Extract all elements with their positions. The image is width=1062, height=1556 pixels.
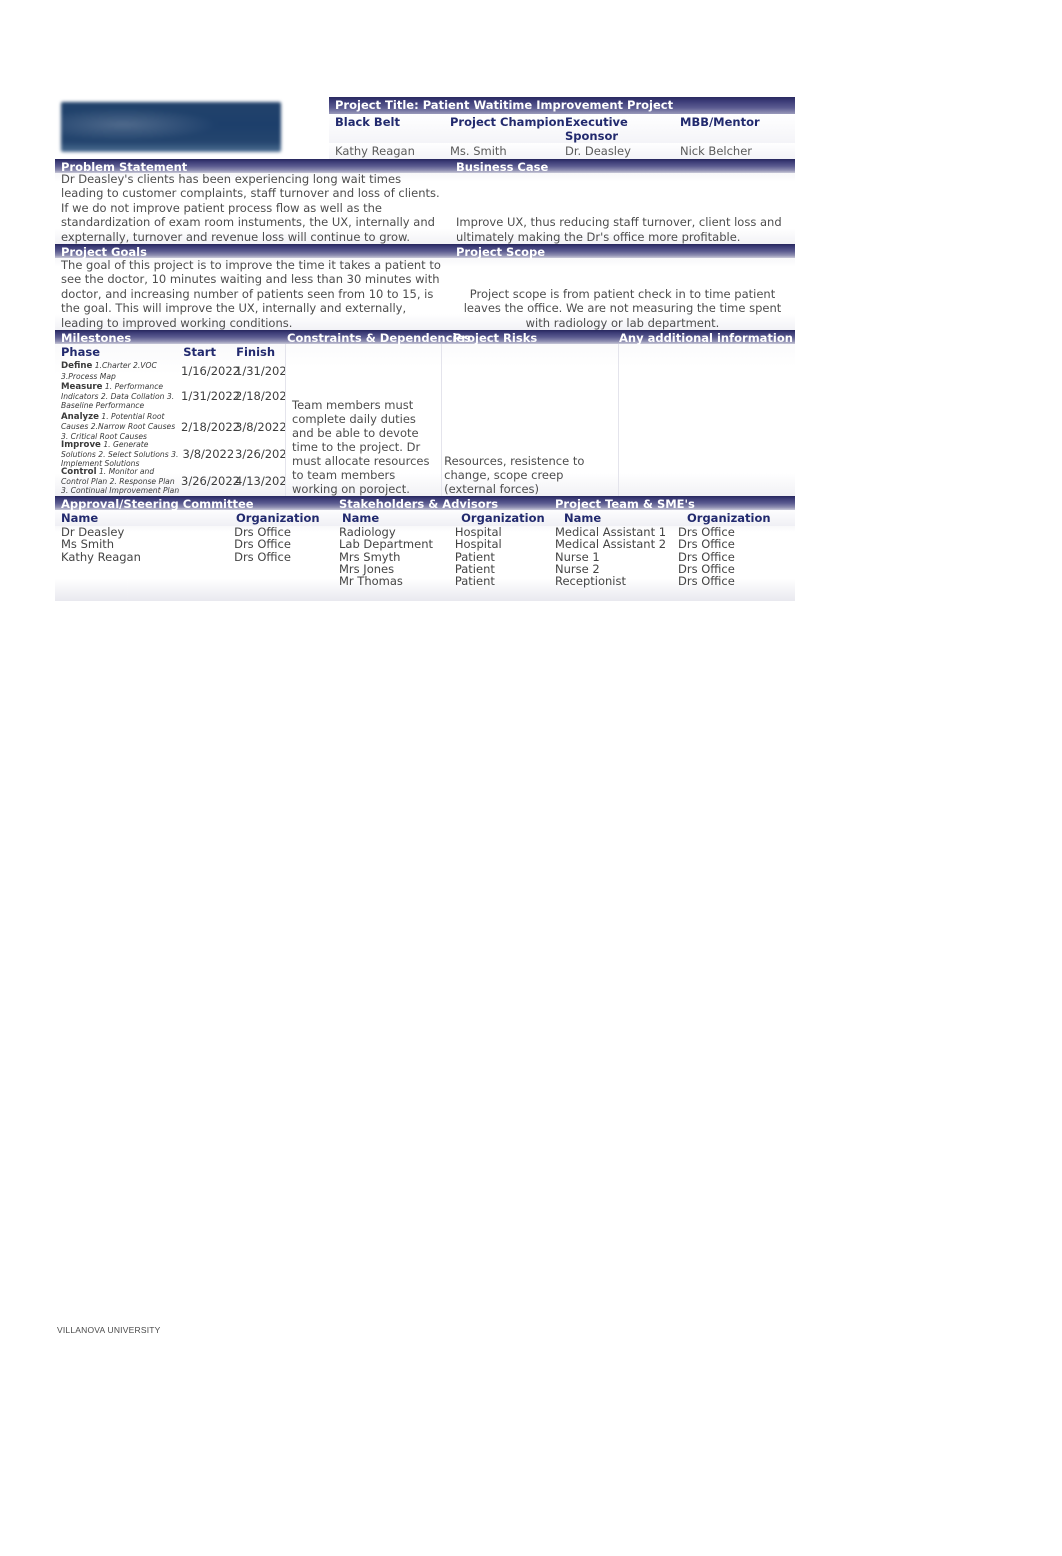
column-header-name: Name — [342, 511, 380, 525]
milestone-phase: Control — [61, 466, 97, 477]
role-value-row: Kathy Reagan Ms. Smith Dr. Deasley Nick … — [329, 143, 795, 159]
project-charter-document: Project Title: Patient Watitime Improvem… — [55, 97, 795, 602]
table-row: Kathy Reagan Drs Office — [55, 549, 333, 564]
project-risks-text: Resources, resistence to change, scope c… — [441, 344, 618, 496]
project-team-smes-table: Medical Assistant 1 Drs Office Medical A… — [549, 526, 795, 589]
constraints-dependencies-text: Team members must complete daily duties … — [285, 344, 442, 496]
stakeholders-column-headers: Name Organization — [336, 510, 558, 526]
column-header-finish: Finish — [236, 345, 276, 359]
charter-header: Project Title: Patient Watitime Improvem… — [55, 97, 795, 159]
table-row: Improve 1. Generate Solutions 2. Select … — [55, 439, 294, 468]
committee-name: Ms Smith — [61, 537, 115, 552]
milestone-start: 3/26/2022 — [181, 474, 240, 488]
section-header-milestones: Milestones — [61, 331, 132, 345]
milestone-finish: 2/18/2022 — [235, 389, 294, 403]
approval-steering-committee-table: Dr Deasley Drs Office Ms Smith Drs Offic… — [55, 526, 333, 587]
bottom-tables-header-row: Approval/Steering Committee Stakeholders… — [55, 496, 795, 511]
additional-information-text — [617, 344, 795, 496]
role-label-black-belt: Black Belt — [335, 115, 400, 129]
project-team-column-headers: Name Organization — [558, 510, 795, 526]
milestone-start: 3/8/2022 — [182, 447, 235, 461]
column-header-phase: Phase — [61, 345, 101, 359]
table-row: Analyze 1. Potential Root Causes 2.Narro… — [55, 411, 287, 442]
stakeholders-advisors-table: Radiology Hospital Lab Department Hospit… — [333, 526, 549, 589]
milestone-phase: Improve — [61, 439, 101, 450]
column-header-organization: Organization — [461, 511, 545, 525]
column-header-name: Name — [564, 511, 602, 525]
milestone-start: 1/31/2022 — [181, 389, 240, 403]
bottom-tables-body-row: Dr Deasley Drs Office Ms Smith Drs Offic… — [55, 526, 795, 602]
problem-business-header-row: Problem Statement Business Case — [55, 159, 795, 174]
role-label-project-champion: Project Champion — [450, 115, 565, 129]
column-header-name: Name — [61, 511, 99, 525]
column-header-organization: Organization — [687, 511, 771, 525]
table-row: Medical Assistant 2 Drs Office — [549, 537, 795, 552]
project-goals-text: The goal of this project is to improve t… — [55, 258, 450, 330]
table-row: Measure 1. Performance Indicators 2. Dat… — [55, 381, 294, 411]
milestones-column-headers: Phase Start Finish — [55, 344, 285, 361]
role-label-row: Black Belt Project Champion Executive Sp… — [329, 114, 795, 143]
team-member-name: Receptionist — [555, 574, 626, 589]
section-header-project-team-smes: Project Team & SME's — [549, 496, 795, 511]
milestones-body-row: Phase Start Finish Define 1.Charter 2.VO… — [55, 344, 795, 496]
table-row: Lab Department Hospital — [333, 537, 549, 552]
section-header-project-risks: Project Risks — [453, 331, 538, 345]
villanova-logo — [61, 102, 281, 152]
stakeholder-organization: Hospital — [454, 537, 502, 552]
table-row: Mr Thomas Patient — [333, 574, 549, 589]
table-row: Define 1.Charter 2.VOC 3.Process Map 1/1… — [55, 361, 294, 381]
goals-scope-header-row: Project Goals Project Scope — [55, 244, 795, 259]
problem-business-body-row: Dr Deasley's clients has been experienci… — [55, 172, 795, 244]
role-label-executive-sponsor: Executive Sponsor — [565, 115, 628, 143]
stakeholder-name: Lab Department — [339, 537, 433, 552]
table-row: Receptionist Drs Office — [549, 574, 795, 589]
section-header-problem-statement: Problem Statement — [55, 159, 450, 174]
team-member-name: Medical Assistant 2 — [555, 537, 667, 552]
committee-column-headers: Name Organization — [55, 510, 336, 526]
role-value-black-belt: Kathy Reagan — [335, 144, 415, 158]
section-header-project-goals: Project Goals — [55, 244, 450, 259]
problem-statement-text: Dr Deasley's clients has been experienci… — [55, 172, 450, 244]
section-header-project-scope: Project Scope — [450, 244, 795, 259]
committee-organization: Drs Office — [234, 549, 291, 564]
team-member-organization: Drs Office — [678, 537, 735, 552]
section-header-constraints: Constraints & Dependencies — [287, 331, 471, 345]
role-label-mbb-mentor: MBB/Mentor — [680, 115, 760, 129]
milestone-start: 2/18/2022 — [181, 419, 240, 434]
team-member-organization: Drs Office — [678, 574, 735, 589]
project-scope-text: Project scope is from patient check in t… — [450, 258, 795, 330]
section-header-approval-steering-committee: Approval/Steering Committee — [55, 496, 333, 511]
business-case-text: Improve UX, thus reducing staff turnover… — [450, 173, 795, 244]
section-header-stakeholders-advisors: Stakeholders & Advisors — [333, 496, 549, 511]
footer-university-name: VILLANOVA UNIVERSITY — [57, 1325, 161, 1335]
table-row: Ms Smith Drs Office — [55, 537, 333, 552]
role-value-mbb-mentor: Nick Belcher — [680, 144, 753, 158]
milestone-phase: Analyze — [61, 412, 99, 423]
role-value-executive-sponsor: Dr. Deasley — [565, 144, 631, 158]
stakeholder-organization: Patient — [454, 574, 495, 589]
table-row: Control 1. Monitor and Control Plan 2. R… — [55, 466, 294, 496]
project-title: Project Title: Patient Watitime Improvem… — [329, 97, 795, 114]
milestone-finish: 3/26/2022 — [235, 447, 294, 461]
bottom-tables-column-header-row: Name Organization Name Organization Name… — [55, 510, 795, 526]
milestones-header-band: Milestones Constraints & Dependencies Pr… — [55, 330, 795, 345]
milestones-table: Phase Start Finish Define 1.Charter 2.VO… — [55, 344, 294, 496]
milestone-phase: Measure — [61, 381, 103, 392]
milestone-finish: 4/13/2022 — [235, 474, 294, 488]
section-header-additional-information: Any additional information — [619, 331, 793, 345]
committee-organization: Drs Office — [234, 537, 291, 552]
milestone-finish: 3/8/2022 — [235, 419, 287, 434]
column-header-organization: Organization — [236, 511, 320, 525]
column-header-start: Start — [183, 345, 216, 359]
goals-scope-body-row: The goal of this project is to improve t… — [55, 258, 795, 330]
milestone-start: 1/16/2022 — [181, 364, 240, 378]
committee-name: Kathy Reagan — [61, 549, 141, 564]
role-value-project-champion: Ms. Smith — [450, 144, 507, 158]
milestone-finish: 1/31/2022 — [235, 364, 294, 378]
milestone-phase: Define — [61, 361, 93, 372]
section-header-business-case: Business Case — [450, 159, 795, 174]
stakeholder-name: Mr Thomas — [339, 574, 403, 589]
